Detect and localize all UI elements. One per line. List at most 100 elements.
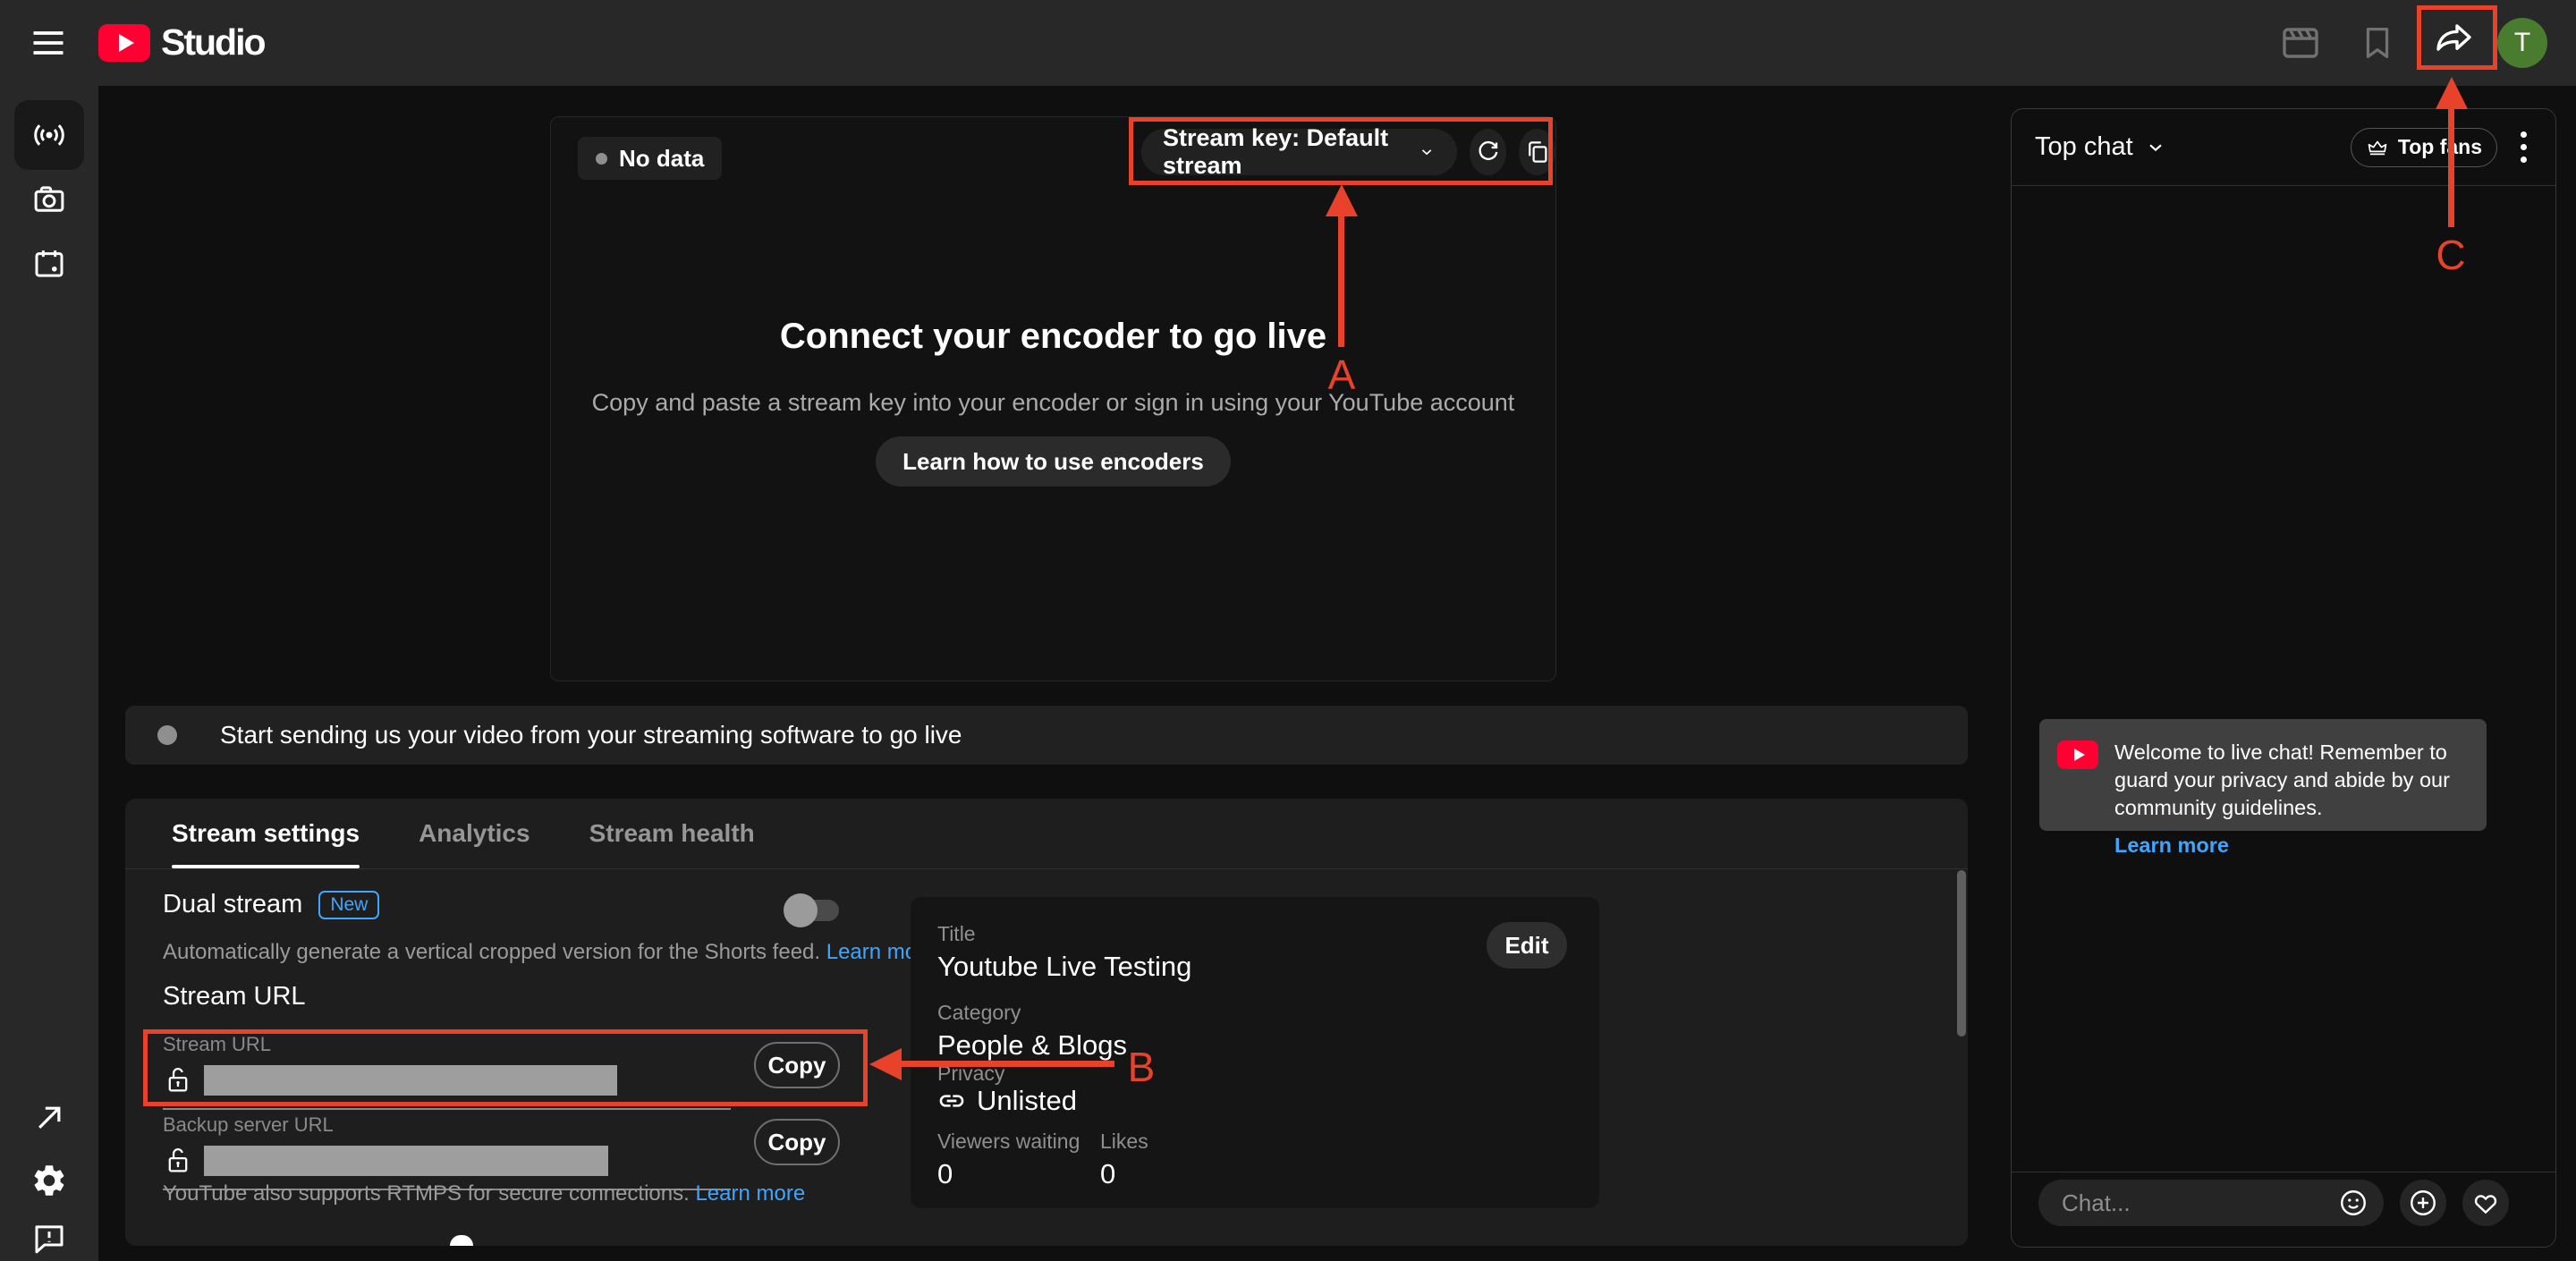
backup-url-field: Backup server URL — [163, 1113, 731, 1190]
category-value: People & Blogs — [937, 1029, 1127, 1062]
sidebar-item-feedback[interactable] — [14, 1204, 84, 1261]
broadcast-icon — [30, 116, 68, 154]
encoder-subtext: Copy and paste a stream key into your en… — [551, 389, 1555, 417]
field-underline — [163, 1108, 731, 1110]
youtube-play-icon — [2057, 741, 2098, 769]
plus-circle-icon — [2407, 1187, 2439, 1219]
unlock-icon — [163, 1063, 193, 1097]
status-dot — [157, 725, 177, 745]
unlock-icon — [163, 1144, 193, 1178]
encoder-heading: Connect your encoder to go live — [551, 316, 1555, 357]
chat-learn-more-link[interactable]: Learn more — [2114, 834, 2229, 858]
chevron-down-icon — [1418, 140, 1436, 164]
youtube-play-icon — [98, 24, 150, 62]
privacy-value-row: Unlisted — [937, 1085, 1077, 1117]
copy-stream-url-button[interactable]: Copy — [754, 1042, 840, 1088]
sidebar-item-manage[interactable] — [14, 229, 84, 299]
top-fans-label: Top fans — [2398, 135, 2482, 159]
tab-label: Stream health — [589, 819, 755, 848]
refresh-stream-key-button[interactable] — [1470, 129, 1506, 175]
redacted-stream-url-value[interactable] — [204, 1065, 617, 1096]
stream-settings-card: Stream settings Analytics Stream health … — [125, 799, 1968, 1246]
chat-header: Top chat Top fans — [2012, 109, 2555, 186]
link-icon — [937, 1087, 966, 1115]
account-avatar[interactable]: T — [2497, 18, 2547, 68]
youtube-studio-live-dashboard: Studio T — [0, 0, 2576, 1261]
tab-label: Analytics — [419, 819, 530, 848]
encoder-empty-state: Connect your encoder to go live Copy and… — [551, 316, 1555, 487]
chat-mode-label: Top chat — [2035, 132, 2133, 162]
chat-menu-icon[interactable] — [2515, 126, 2532, 168]
youtube-studio-logo[interactable]: Studio — [98, 21, 265, 63]
copy-stream-key-button[interactable] — [1519, 129, 1555, 175]
top-fans-button[interactable]: Top fans — [2351, 128, 2497, 167]
title-value: Youtube Live Testing — [937, 951, 1191, 983]
copy-icon — [1524, 139, 1551, 165]
no-data-label: No data — [619, 145, 704, 173]
stream-details-card: Title Youtube Live Testing Edit Category… — [911, 897, 1599, 1208]
stream-key-label: Stream key: Default stream — [1163, 124, 1405, 180]
welcome-text: Welcome to live chat! Remember to guard … — [2114, 739, 2460, 822]
tab-analytics[interactable]: Analytics — [419, 799, 530, 868]
avatar-initial: T — [2514, 28, 2530, 58]
bookmark-icon[interactable] — [2356, 21, 2399, 64]
brand-text: Studio — [161, 21, 265, 63]
sidebar-item-open-studio[interactable] — [14, 1083, 84, 1153]
chat-mode-dropdown[interactable]: Top chat — [2035, 132, 2167, 162]
chat-input-row — [2038, 1180, 2509, 1226]
tabs-divider — [125, 868, 1968, 869]
stream-url-field-label: Stream URL — [163, 1033, 731, 1056]
tab-label: Stream settings — [172, 819, 360, 848]
refresh-icon — [1475, 139, 1502, 165]
chevron-down-icon — [2144, 136, 2167, 159]
emoji-icon[interactable] — [2337, 1187, 2369, 1219]
external-link-icon — [31, 1100, 67, 1136]
left-sidebar — [0, 86, 98, 1261]
copy-backup-url-button[interactable]: Copy — [754, 1119, 840, 1165]
dual-stream-row: Dual stream New — [163, 890, 379, 919]
viewers-waiting-label: Viewers waiting — [937, 1130, 1080, 1154]
dual-stream-description: Automatically generate a vertical croppe… — [163, 940, 936, 965]
stream-status-bar: Start sending us your video from your st… — [125, 706, 1968, 765]
tab-stream-health[interactable]: Stream health — [589, 799, 755, 868]
top-bar: Studio T — [0, 0, 2576, 86]
heart-icon — [2470, 1188, 2501, 1218]
scrollbar-thumb[interactable] — [1957, 870, 1966, 1037]
chat-text-field[interactable] — [2060, 1189, 2337, 1218]
dual-stream-description-text: Automatically generate a vertical croppe… — [163, 940, 820, 964]
toggle-knob — [784, 893, 818, 927]
rtmps-note: YouTube also supports RTMPS for secure c… — [163, 1181, 805, 1206]
cut-off-element — [450, 1235, 473, 1246]
backup-url-field-label: Backup server URL — [163, 1113, 731, 1137]
share-icon[interactable] — [2434, 16, 2477, 59]
tab-stream-settings[interactable]: Stream settings — [172, 799, 360, 868]
learn-encoders-button[interactable]: Learn how to use encoders — [876, 436, 1231, 487]
privacy-value: Unlisted — [977, 1085, 1077, 1117]
likes-label: Likes — [1100, 1130, 1148, 1154]
sidebar-item-webcam[interactable] — [14, 165, 84, 234]
menu-icon[interactable] — [27, 21, 70, 64]
create-video-icon[interactable] — [2279, 21, 2322, 64]
crown-icon — [2366, 136, 2389, 159]
stream-key-dropdown[interactable]: Stream key: Default stream — [1141, 129, 1457, 175]
dual-stream-toggle[interactable] — [784, 893, 841, 927]
chat-heart-button[interactable] — [2462, 1180, 2509, 1226]
rtmps-learn-more-link[interactable]: Learn more — [695, 1181, 805, 1206]
privacy-label: Privacy — [937, 1062, 1004, 1086]
chat-welcome-message: Welcome to live chat! Remember to guard … — [2039, 719, 2487, 831]
gear-icon — [30, 1162, 68, 1199]
edit-button[interactable]: Edit — [1487, 922, 1567, 969]
redacted-backup-url-value[interactable] — [204, 1146, 608, 1176]
dual-stream-label: Dual stream — [163, 890, 302, 919]
stream-key-controls: Stream key: Default stream — [1141, 129, 1555, 175]
chat-add-button[interactable] — [2400, 1180, 2446, 1226]
title-label: Title — [937, 922, 976, 946]
stream-url-section-title: Stream URL — [163, 982, 306, 1011]
sidebar-item-live[interactable] — [14, 100, 84, 170]
stream-preview-card: No data Stream key: Default stream Conne… — [550, 116, 1556, 681]
calendar-icon — [30, 245, 68, 283]
viewers-waiting-value: 0 — [937, 1158, 953, 1190]
no-data-badge: No data — [578, 137, 722, 180]
likes-value: 0 — [1100, 1158, 1115, 1190]
chat-input[interactable] — [2038, 1180, 2384, 1226]
